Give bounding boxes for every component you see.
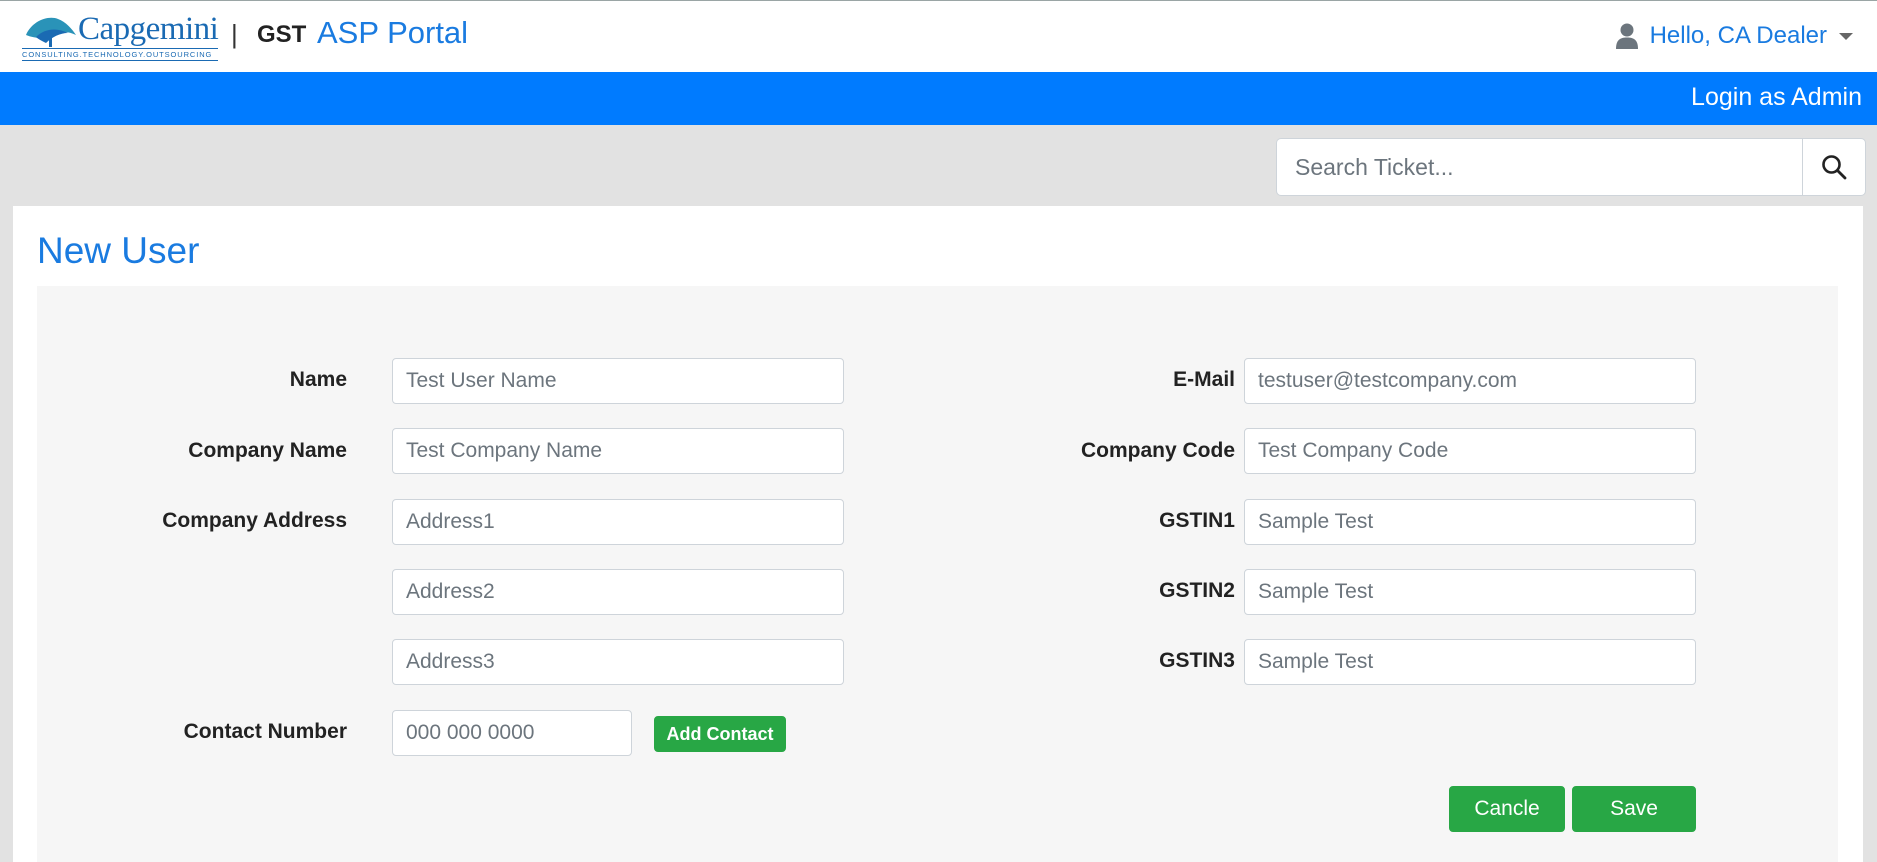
user-menu-dropdown[interactable]: Hello, CA Dealer	[1615, 19, 1853, 53]
search-icon	[1822, 155, 1847, 180]
name-field[interactable]	[392, 358, 844, 404]
address1-field[interactable]	[392, 499, 844, 545]
search-input[interactable]	[1276, 138, 1802, 196]
user-icon	[1615, 23, 1638, 49]
search-button[interactable]	[1802, 138, 1866, 196]
address3-field[interactable]	[392, 639, 844, 685]
capgemini-logo[interactable]: Capgemini CONSULTING.TECHNOLOGY.OUTSOURC…	[22, 11, 220, 61]
gstin3-label: GSTIN3	[1159, 649, 1235, 672]
cancel-button[interactable]: Cancle	[1449, 786, 1565, 832]
user-greeting: Hello, CA Dealer	[1649, 22, 1827, 49]
login-as-admin-link[interactable]: Login as Admin	[1691, 83, 1862, 112]
gst-label: GST	[257, 21, 307, 48]
company-code-label: Company Code	[1080, 439, 1235, 462]
gstin2-label: GSTIN2	[1159, 579, 1235, 602]
company-address-label: Company Address	[162, 509, 347, 532]
name-label: Name	[289, 368, 347, 391]
logo-tagline: CONSULTING.TECHNOLOGY.OUTSOURCING	[22, 50, 213, 59]
add-contact-button[interactable]: Add Contact	[654, 716, 786, 752]
company-name-field[interactable]	[392, 428, 844, 474]
company-name-label: Company Name	[188, 439, 347, 462]
new-user-form: Name Company Name Company Address Contac…	[37, 286, 1838, 862]
caret-down-icon	[1839, 32, 1853, 40]
save-button[interactable]: Save	[1572, 786, 1696, 832]
company-code-field[interactable]	[1244, 428, 1696, 474]
header-separator: |	[231, 19, 238, 49]
contact-number-field[interactable]	[392, 710, 632, 756]
gstin3-field[interactable]	[1244, 639, 1696, 685]
logo-rule-bottom	[22, 60, 218, 61]
logo-wordmark: Capgemini	[78, 11, 219, 47]
gstin1-field[interactable]	[1244, 499, 1696, 545]
ticket-search	[1276, 138, 1866, 196]
page-title: New User	[37, 230, 200, 271]
spade-logo-icon	[26, 17, 76, 47]
nav-bar: Login as Admin	[0, 72, 1877, 125]
gstin1-label: GSTIN1	[1159, 509, 1235, 532]
email-label: E-Mail	[1173, 368, 1235, 391]
top-header: Capgemini CONSULTING.TECHNOLOGY.OUTSOURC…	[0, 0, 1877, 72]
contact-number-label: Contact Number	[183, 720, 347, 743]
gstin2-field[interactable]	[1244, 569, 1696, 615]
email-field[interactable]	[1244, 358, 1696, 404]
main-card: New User Name Company Name Company Addre…	[13, 206, 1863, 862]
logo-rule	[22, 48, 218, 49]
address2-field[interactable]	[392, 569, 844, 615]
portal-title: ASP Portal	[317, 15, 469, 50]
